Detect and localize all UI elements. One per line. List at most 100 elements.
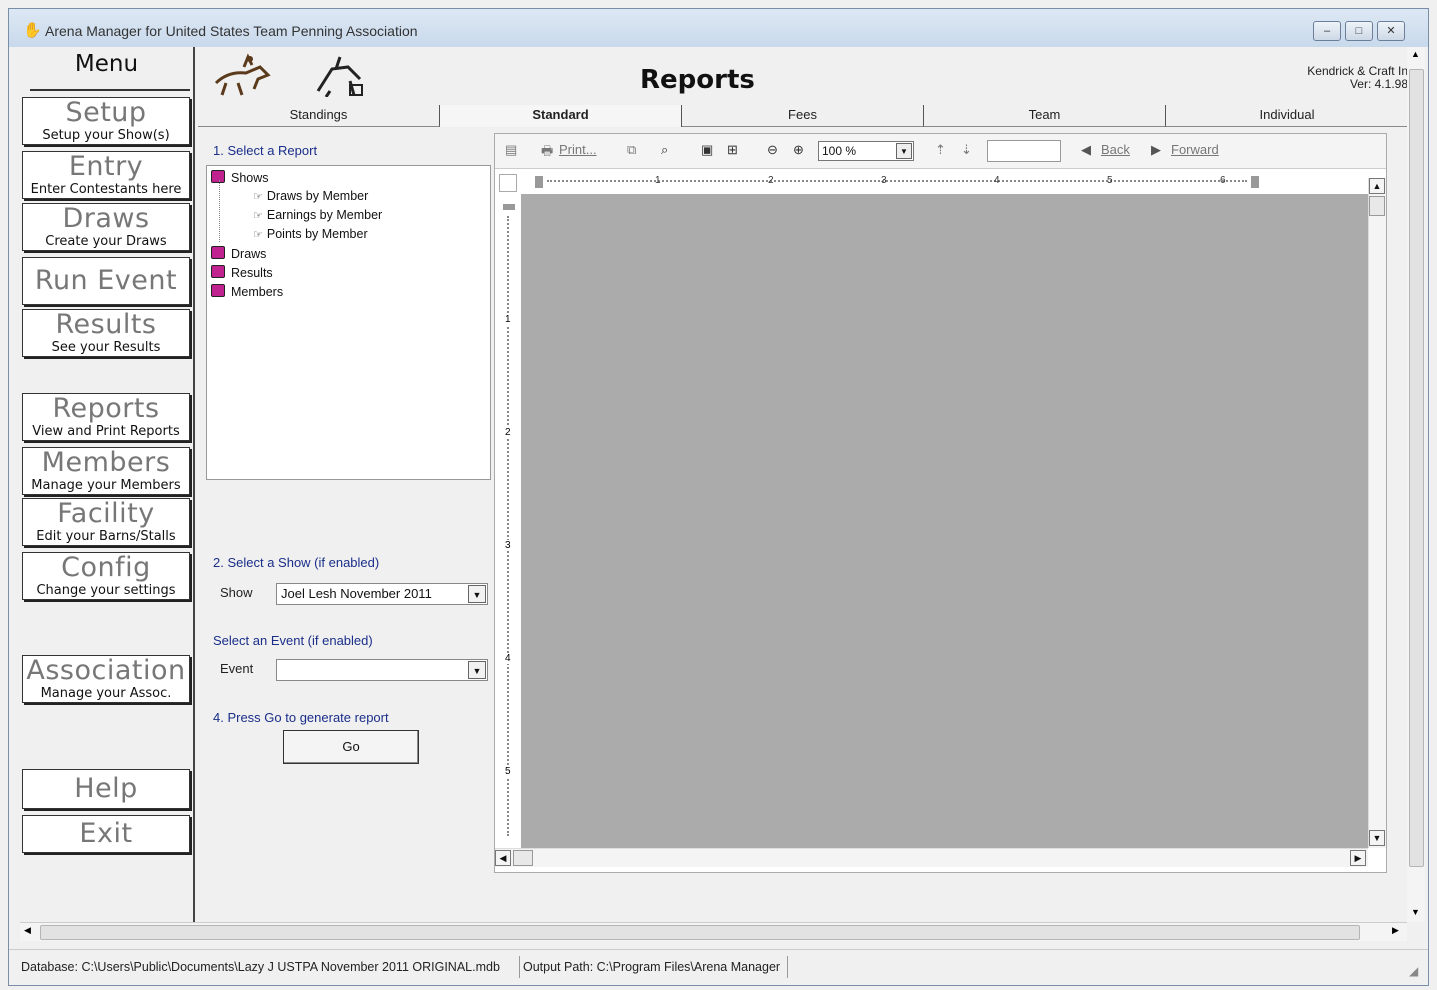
horizontal-ruler: 1 2 3 4 5 6	[523, 174, 1358, 190]
back-button[interactable]: Back	[1101, 142, 1130, 157]
members-button-caption: Manage your Members	[31, 478, 181, 493]
maximize-button[interactable]: □	[1345, 21, 1373, 41]
tree-node-draws-by-member[interactable]: ☞ Draws by Member	[253, 189, 368, 203]
forward-button[interactable]: Forward	[1171, 142, 1219, 157]
scroll-up-icon[interactable]: ▲	[1369, 178, 1385, 194]
multi-page-icon[interactable]: ⊞	[727, 142, 738, 158]
go-button[interactable]: Go	[283, 730, 419, 764]
back-arrow-icon[interactable]: ◀	[1081, 142, 1091, 158]
members-button[interactable]: Members Manage your Members	[22, 447, 190, 495]
vruler-number: 2	[505, 427, 511, 438]
tab-fees[interactable]: Fees	[682, 105, 924, 127]
run-event-button-label: Run Event	[34, 265, 178, 296]
close-button[interactable]: ✕	[1377, 21, 1405, 41]
zoom-out-icon[interactable]: ⊖	[767, 142, 778, 158]
association-button-caption: Manage your Assoc.	[40, 686, 172, 701]
zoom-select[interactable]: 100 % ▼	[818, 141, 914, 161]
forward-arrow-icon[interactable]: ▶	[1151, 142, 1161, 158]
reports-button[interactable]: Reports View and Print Reports	[22, 393, 190, 441]
chevron-down-icon[interactable]: ▼	[896, 143, 912, 159]
scroll-down-icon[interactable]: ▼	[1407, 907, 1424, 917]
print-button[interactable]: Print...	[559, 142, 597, 157]
ruler-ticks	[547, 180, 1247, 182]
zoom-value: 100 %	[822, 144, 857, 158]
right-margin-marker	[1251, 176, 1259, 188]
hscroll-thumb[interactable]	[513, 850, 533, 866]
scroll-thumb[interactable]	[1369, 196, 1385, 216]
tab-individual[interactable]: Individual	[1166, 105, 1408, 127]
window-scroll-thumb[interactable]	[1409, 69, 1424, 867]
tree-node-earnings-by-member[interactable]: ☞ Earnings by Member	[253, 208, 382, 222]
run-event-button[interactable]: Run Event	[22, 257, 190, 305]
window-horizontal-scrollbar[interactable]: ◀ ▶	[20, 922, 1407, 941]
ruler-number: 4	[994, 175, 1000, 186]
scroll-left-icon[interactable]: ◀	[24, 925, 31, 936]
event-select[interactable]: ▼	[276, 659, 488, 681]
title-bar: ✋ Arena Manager for United States Team P…	[9, 9, 1428, 47]
tree-node-points-by-member[interactable]: ☞ Points by Member	[253, 227, 368, 241]
page-number-input[interactable]	[987, 140, 1061, 162]
report-tabs: Standings Standard Fees Team Individual	[198, 105, 1408, 127]
chevron-down-icon[interactable]: ▼	[468, 661, 486, 679]
output-path: Output Path: C:\Program Files\Arena Mana…	[519, 956, 788, 978]
results-button[interactable]: Results See your Results	[22, 309, 190, 357]
config-button[interactable]: Config Change your settings	[22, 552, 190, 600]
tab-team[interactable]: Team	[924, 105, 1166, 127]
barrel-rider-logo	[316, 56, 363, 97]
page-up-icon[interactable]: ⇡	[935, 142, 946, 158]
help-button[interactable]: Help	[22, 769, 190, 809]
tab-standard[interactable]: Standard	[440, 105, 682, 127]
scroll-left-icon[interactable]: ◀	[495, 850, 511, 866]
window-vertical-scrollbar[interactable]: ▲ ▼	[1407, 47, 1425, 922]
scroll-right-icon[interactable]: ▶	[1392, 925, 1399, 936]
book-icon	[211, 284, 225, 297]
printer-icon[interactable]: 🖶	[541, 142, 553, 164]
report-viewer: ▤ 🖶 Print... ⧉ ⌕ ▣ ⊞ ⊖ ⊕ 100 % ▼ ⇡ ⇣ ◀ B…	[494, 133, 1387, 873]
setup-button-caption: Setup your Show(s)	[42, 128, 170, 143]
config-button-label: Config	[61, 552, 151, 583]
copy-icon[interactable]: ⧉	[627, 142, 636, 158]
association-button[interactable]: Association Manage your Assoc.	[22, 655, 190, 703]
report-tree: Shows ☞ Draws by Member ☞ Earnings by Memb…	[206, 165, 491, 480]
facility-button[interactable]: Facility Edit your Barns/Stalls	[22, 498, 190, 546]
entry-button[interactable]: Entry Enter Contestants here	[22, 151, 190, 199]
scroll-up-icon[interactable]: ▲	[1407, 49, 1424, 59]
viewer-vertical-scrollbar[interactable]: ▲ ▼	[1368, 178, 1386, 848]
step-select-event: Select an Event (if enabled)	[213, 633, 373, 648]
draws-button[interactable]: Draws Create your Draws	[22, 203, 190, 251]
resize-grip-icon[interactable]: ◢	[1409, 964, 1418, 978]
config-button-caption: Change your settings	[36, 583, 176, 598]
tab-standings[interactable]: Standings	[198, 105, 440, 127]
book-icon	[211, 246, 225, 259]
tree-node-draws[interactable]: Draws	[211, 246, 266, 261]
toggle-tree-icon[interactable]: ▤	[505, 142, 517, 158]
vruler-number: 5	[505, 766, 511, 777]
vertical-ruler: 1 2 3 4 5	[499, 200, 517, 840]
find-icon[interactable]: ⌕	[661, 142, 668, 158]
chevron-down-icon[interactable]: ▼	[468, 585, 486, 603]
single-page-icon[interactable]: ▣	[701, 142, 713, 158]
minimize-button[interactable]: –	[1313, 21, 1341, 41]
vruler-number: 3	[505, 540, 511, 551]
top-margin-marker	[503, 204, 515, 210]
status-bar: Database: C:\Users\Public\Documents\Lazy…	[9, 949, 1428, 984]
viewer-horizontal-scrollbar[interactable]: ◀ ▶	[495, 848, 1368, 867]
exit-button[interactable]: Exit	[22, 815, 190, 853]
app-window: ✋ Arena Manager for United States Team P…	[8, 8, 1429, 986]
setup-button[interactable]: Setup Setup your Show(s)	[22, 97, 190, 145]
window-title: Arena Manager for United States Team Pen…	[45, 23, 418, 39]
scroll-down-icon[interactable]: ▼	[1369, 830, 1385, 846]
members-button-label: Members	[41, 447, 171, 478]
page-down-icon[interactable]: ⇣	[961, 142, 972, 158]
window-hscroll-thumb[interactable]	[40, 925, 1360, 940]
zoom-in-icon[interactable]: ⊕	[793, 142, 804, 158]
step-press-go: 4. Press Go to generate report	[213, 710, 389, 725]
tree-node-members[interactable]: Members	[211, 284, 283, 299]
report-preview-canvas[interactable]	[521, 194, 1368, 848]
scroll-right-icon[interactable]: ▶	[1350, 850, 1366, 866]
ruler-number: 1	[655, 175, 661, 186]
horse-rider-logo	[214, 53, 271, 96]
show-select[interactable]: Joel Lesh November 2011 ▼	[276, 583, 488, 605]
tree-node-results[interactable]: Results	[211, 265, 273, 280]
association-button-label: Association	[26, 655, 186, 686]
